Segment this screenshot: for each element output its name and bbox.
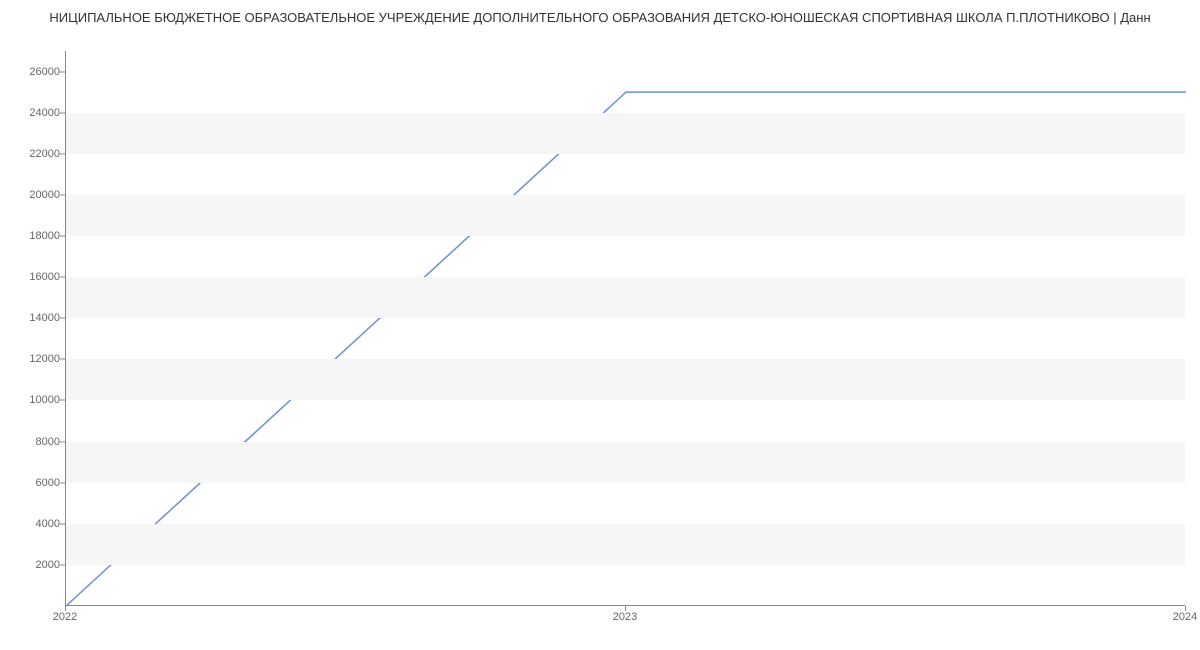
y-axis-tick-label: 20000 <box>20 189 60 201</box>
grid-band <box>66 195 1185 236</box>
y-axis-tick-label: 4000 <box>20 518 60 530</box>
y-axis-tick-mark <box>60 153 65 154</box>
y-axis-tick-label: 2000 <box>20 559 60 571</box>
grid-band <box>66 442 1185 483</box>
chart-title: НИЦИПАЛЬНОЕ БЮДЖЕТНОЕ ОБРАЗОВАТЕЛЬНОЕ УЧ… <box>0 0 1200 31</box>
y-axis-tick-mark <box>60 441 65 442</box>
y-axis-tick-label: 22000 <box>20 148 60 160</box>
y-axis-tick-mark <box>60 236 65 237</box>
y-axis-tick-label: 8000 <box>20 436 60 448</box>
grid-band <box>66 359 1185 400</box>
grid-band <box>66 113 1185 154</box>
x-axis-tick-mark <box>1185 606 1186 611</box>
y-axis-tick-mark <box>60 400 65 401</box>
x-axis-tick-mark <box>65 606 66 611</box>
x-axis-tick-label: 2024 <box>1173 611 1197 623</box>
x-axis-tick-mark <box>625 606 626 611</box>
y-axis-tick-mark <box>60 277 65 278</box>
chart-container: 2000 4000 6000 8000 10000 12000 14000 16000 1800… <box>0 31 1200 641</box>
y-axis-tick-label: 12000 <box>20 353 60 365</box>
y-axis-tick-label: 18000 <box>20 230 60 242</box>
plot-area <box>65 51 1185 606</box>
grid-band <box>66 524 1185 565</box>
x-axis-tick-label: 2022 <box>53 611 77 623</box>
y-axis-tick-label: 14000 <box>20 312 60 324</box>
grid-band <box>66 277 1185 318</box>
x-axis-tick-label: 2023 <box>613 611 637 623</box>
y-axis-tick-mark <box>60 71 65 72</box>
y-axis-tick-label: 26000 <box>20 66 60 78</box>
y-axis-tick-label: 6000 <box>20 477 60 489</box>
y-axis-tick-mark <box>60 112 65 113</box>
y-axis-tick-label: 24000 <box>20 107 60 119</box>
y-axis-tick-mark <box>60 359 65 360</box>
y-axis-tick-mark <box>60 564 65 565</box>
y-axis-tick-mark <box>60 318 65 319</box>
y-axis-tick-mark <box>60 194 65 195</box>
y-axis-tick-mark <box>60 482 65 483</box>
y-axis-tick-mark <box>60 523 65 524</box>
y-axis-tick-label: 10000 <box>20 394 60 406</box>
y-axis-tick-label: 16000 <box>20 271 60 283</box>
